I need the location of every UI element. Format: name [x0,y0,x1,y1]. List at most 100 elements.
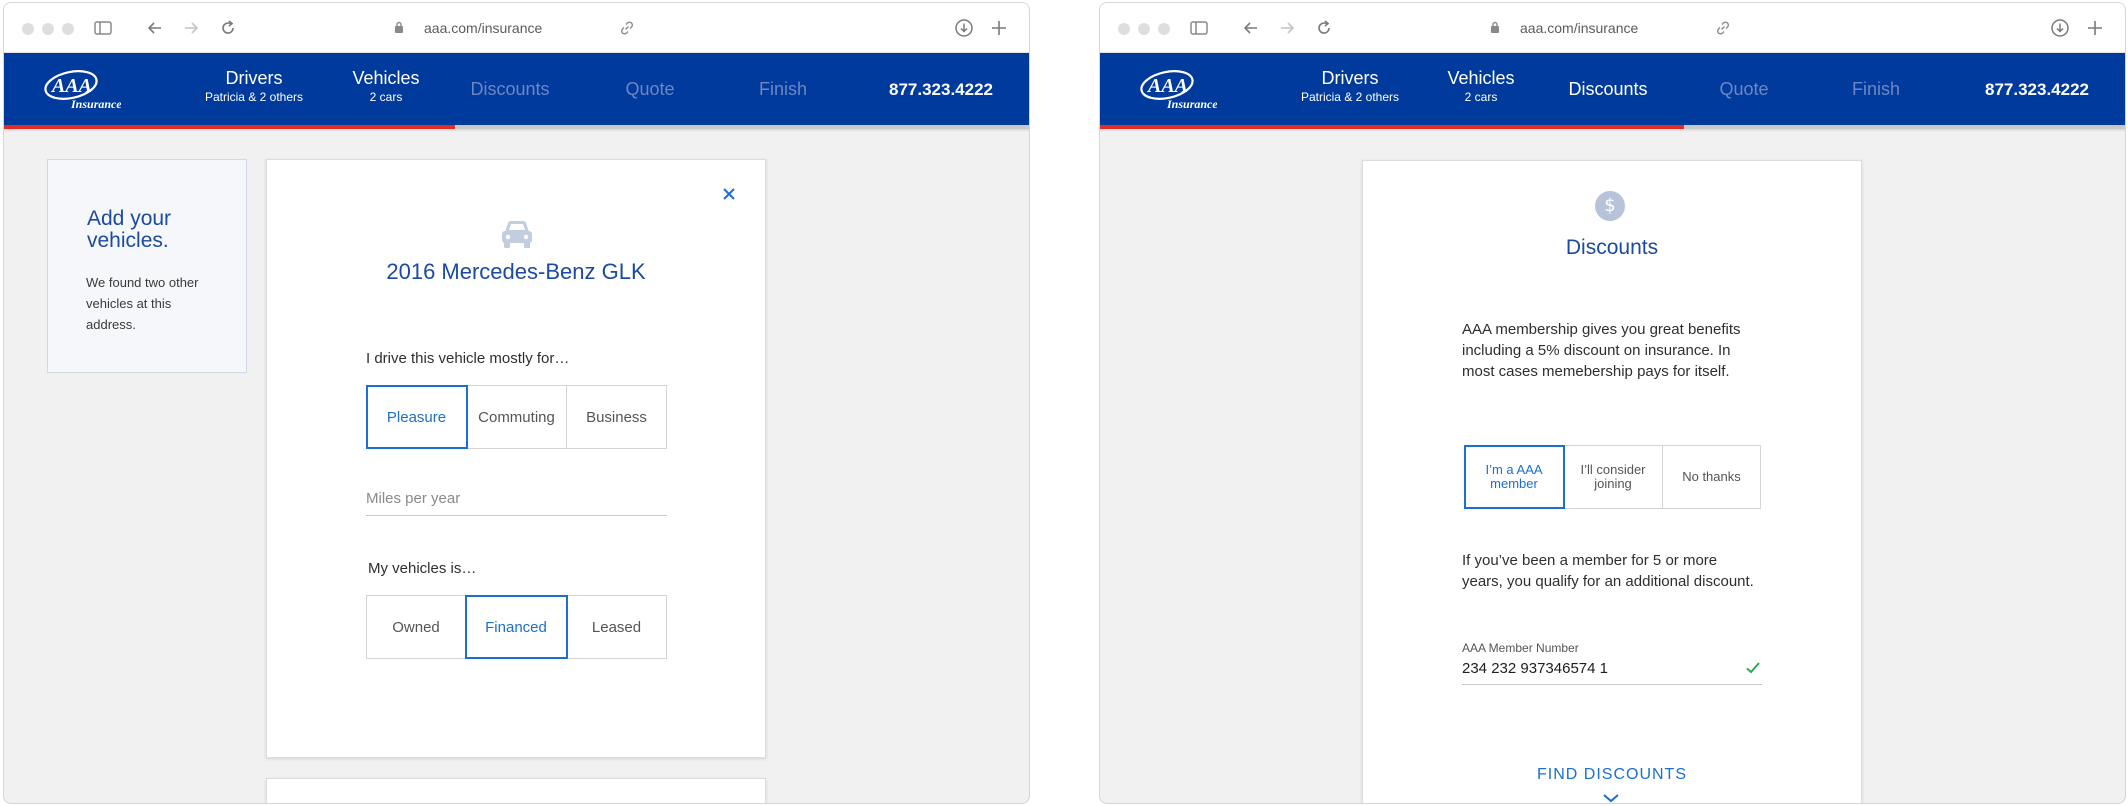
ownership-segmented-control: Owned Financed Leased [366,595,667,659]
nav-quote[interactable]: Quote [1699,78,1789,100]
usage-option-business[interactable]: Business [567,386,666,448]
browser-toolbar: aaa.com/insurance [1100,3,2125,53]
nav-vehicles[interactable]: Vehicles 2 cars [1436,67,1526,105]
close-icon[interactable] [719,184,739,204]
reload-icon[interactable] [1315,16,1333,40]
site-header: AAA Insurance Drivers Patricia & 2 other… [1100,53,2125,125]
member-number-value: 234 232 937346574 1 [1462,660,1608,677]
site-header: AAA Insurance Drivers Patricia & 2 other… [4,53,1029,125]
membership-option-no-thanks[interactable]: No thanks [1663,446,1760,508]
lock-icon [395,21,403,33]
find-discounts-button[interactable]: FIND DISCOUNTS [1363,765,1861,785]
usage-segmented-control: Pleasure Commuting Business [366,385,667,449]
nav-vehicles[interactable]: Vehicles 2 cars [341,67,431,105]
usage-question: I drive this vehicle mostly for… [366,350,570,367]
nav-vehicles-label: Vehicles [352,68,420,88]
address-bar[interactable]: aaa.com/insurance [394,17,644,39]
logo-text: AAA [50,75,92,97]
back-arrow-icon[interactable] [146,16,164,40]
address-bar[interactable]: aaa.com/insurance [1490,17,1740,39]
ownership-option-owned[interactable]: Owned [367,596,466,658]
window-close-dot[interactable] [1118,23,1130,35]
download-icon[interactable] [954,16,974,40]
nav-drivers-sub: Patricia & 2 others [1300,90,1400,104]
window-minimize-dot[interactable] [1138,23,1150,35]
nav-quote-label: Quote [625,79,675,99]
nav-finish-label: Finish [758,79,807,99]
membership-option-member[interactable]: I’m a AAA member [1464,445,1565,509]
discounts-title: Discounts [1565,236,1659,259]
forward-arrow-icon[interactable] [1278,16,1296,40]
membership-segmented-control: I’m a AAA member I’ll consider joining N… [1464,445,1761,509]
checkmark-icon [1746,662,1760,674]
lock-icon [1491,21,1499,33]
usage-option-pleasure[interactable]: Pleasure [366,385,468,449]
next-vehicle-card [266,778,766,803]
link-icon[interactable] [1715,20,1731,36]
window-zoom-dot[interactable] [1158,23,1170,35]
miles-placeholder: Miles per year [366,490,461,507]
window-close-dot[interactable] [22,23,34,35]
new-tab-plus-icon[interactable] [990,16,1008,40]
nav-quote[interactable]: Quote [605,78,695,100]
nav-drivers-sub: Patricia & 2 others [204,90,304,104]
ownership-option-leased[interactable]: Leased [567,596,666,658]
nav-drivers[interactable]: Drivers Patricia & 2 others [1295,67,1405,105]
new-tab-plus-icon[interactable] [2086,16,2104,40]
vehicle-title: 2016 Mercedes-Benz GLK [386,259,646,284]
reload-icon[interactable] [219,16,237,40]
logo-subtext: Insurance [1166,97,1217,111]
ownership-question: My vehicles is… [368,560,477,577]
window-minimize-dot[interactable] [42,23,54,35]
url-text: aaa.com/insurance [424,20,543,36]
logo-text: AAA [1146,75,1188,97]
membership-followup: If you’ve been a member for 5 or more ye… [1462,552,1754,590]
sidebar-toggle-icon[interactable] [1189,16,1209,40]
usage-option-commuting[interactable]: Commuting [467,386,567,448]
member-number-label: AAA Member Number [1462,641,1579,655]
nav-discounts-label: Discounts [1568,79,1648,99]
chevron-down-icon[interactable] [1602,793,1620,803]
nav-vehicles-sub: 2 cars [1464,90,1498,104]
member-number-input[interactable]: 234 232 937346574 1 [1462,659,1762,685]
ownership-option-financed[interactable]: Financed [465,595,568,659]
aaa-insurance-logo[interactable]: AAA Insurance [41,65,121,111]
nav-drivers-label: Drivers [1321,68,1379,88]
car-icon [502,221,532,248]
nav-discounts[interactable]: Discounts [465,78,555,100]
back-arrow-icon[interactable] [1242,16,1260,40]
header-shadow [4,129,1029,132]
nav-drivers-label: Drivers [225,68,283,88]
nav-vehicles-label: Vehicles [1447,68,1515,88]
membership-intro: AAA membership gives you great benefits … [1462,321,1741,380]
side-panel-title: Add your vehicles. [87,207,172,252]
header-shadow [1100,129,2125,132]
browser-window-discounts: aaa.com/insurance AAA Insurance Drivers … [1099,2,2126,804]
logo-subtext: Insurance [70,97,121,111]
membership-option-consider[interactable]: I’ll consider joining [1564,446,1663,508]
url-text: aaa.com/insurance [1520,20,1639,36]
vehicle-card: 2016 Mercedes-Benz GLK I drive this vehi… [266,159,766,758]
aaa-insurance-logo[interactable]: AAA Insurance [1137,65,1217,111]
browser-window-vehicles: aaa.com/insurance AAA Insurance Drivers … [3,2,1030,804]
side-panel-text: We found two other vehicles at this addr… [86,275,199,332]
nav-finish-label: Finish [1851,79,1900,99]
nav-vehicles-sub: 2 cars [369,90,403,104]
nav-finish[interactable]: Finish [1831,78,1921,100]
nav-discounts-label: Discounts [470,79,550,99]
link-icon[interactable] [619,20,635,36]
side-panel: Add your vehicles. We found two other ve… [47,159,247,373]
miles-per-year-input[interactable]: Miles per year [366,489,667,516]
nav-drivers[interactable]: Drivers Patricia & 2 others [199,67,309,105]
nav-quote-label: Quote [1719,79,1769,99]
phone-number[interactable]: 877.323.4222 [889,80,993,100]
discount-card: $ Discounts AAA membership gives you gre… [1362,160,1862,803]
phone-number[interactable]: 877.323.4222 [1985,80,2089,100]
forward-arrow-icon[interactable] [182,16,200,40]
nav-discounts[interactable]: Discounts [1563,78,1653,100]
browser-toolbar: aaa.com/insurance [4,3,1029,53]
sidebar-toggle-icon[interactable] [93,16,113,40]
window-zoom-dot[interactable] [62,23,74,35]
nav-finish[interactable]: Finish [738,78,828,100]
download-icon[interactable] [2050,16,2070,40]
